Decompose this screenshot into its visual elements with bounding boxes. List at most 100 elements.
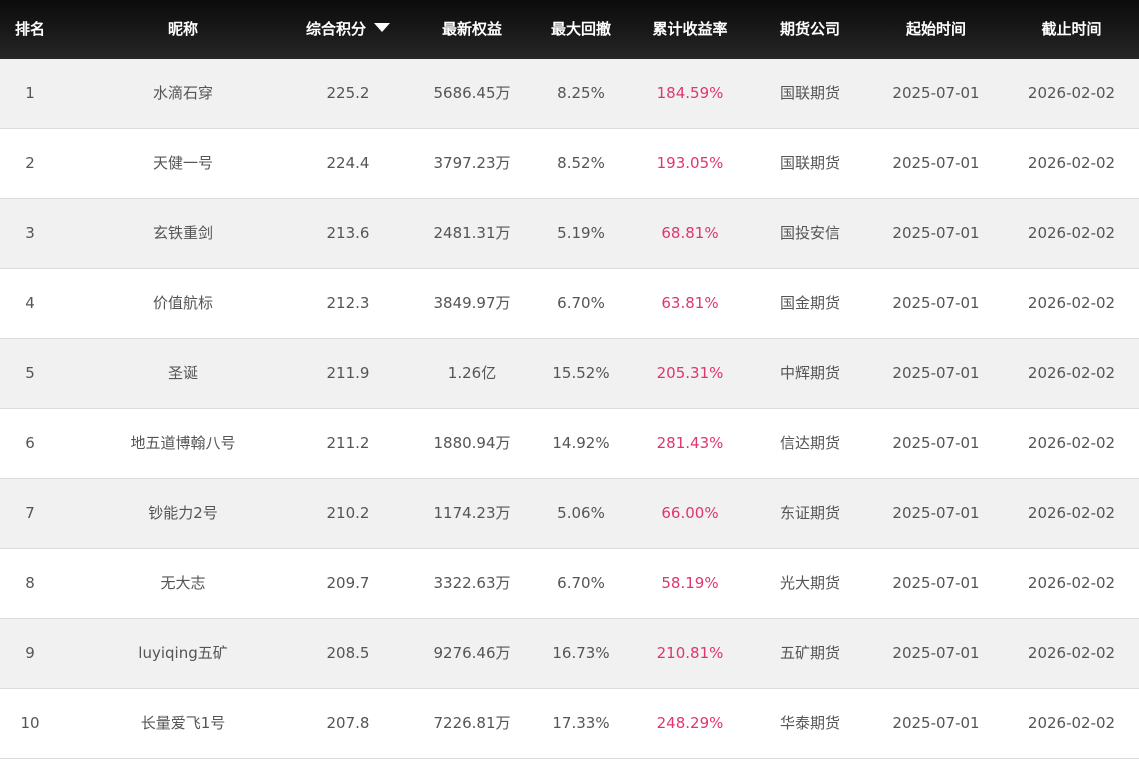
rank-cell: 4 (25, 294, 35, 312)
start-date-cell: 2025-07-01 (892, 574, 980, 592)
return-rate-cell: 58.19% (661, 574, 719, 592)
end-date-cell: 2026-02-02 (1027, 504, 1116, 522)
rank-cell: 8 (25, 574, 35, 592)
equity-cell: 1880.94万 (433, 434, 511, 452)
header-return-rate: 累计收益率 (652, 20, 728, 38)
drawdown-cell: 15.52% (552, 364, 610, 382)
start-date-cell: 2025-07-01 (892, 154, 980, 172)
header-score[interactable]: 综合积分 (288, 0, 408, 59)
rank-cell: 6 (25, 434, 35, 452)
company-cell: 国联期货 (779, 154, 840, 172)
start-date-cell: 2025-07-01 (892, 84, 980, 102)
score-cell: 211.2 (326, 434, 370, 452)
nickname-cell: 无大志 (160, 574, 206, 592)
header-rank: 排名 (14, 20, 45, 38)
company-cell: 中辉期货 (779, 364, 840, 382)
end-date-cell: 2026-02-02 (1027, 714, 1116, 732)
equity-cell: 9276.46万 (433, 644, 511, 662)
rank-cell: 5 (25, 364, 35, 382)
company-cell: 国投安信 (779, 224, 840, 242)
header-end: 截止时间 (1041, 20, 1102, 38)
rank-cell: 10 (20, 714, 40, 732)
header-score-label[interactable]: 综合积分 (306, 20, 366, 38)
table-row: 9 luyiqing五矿 208.5 9276.46万 16.73% 210.8… (0, 619, 1139, 689)
nickname-cell: 玄铁重剑 (152, 224, 213, 242)
score-cell: 209.7 (326, 574, 370, 592)
start-date-cell: 2025-07-01 (892, 294, 980, 312)
drawdown-cell: 5.19% (557, 224, 605, 242)
start-date-cell: 2025-07-01 (892, 644, 980, 662)
nickname-cell: 价值航标 (152, 294, 213, 312)
nickname-cell: 地五道博翰八号 (130, 434, 236, 452)
header-start: 起始时间 (905, 20, 966, 38)
return-rate-cell: 281.43% (656, 434, 724, 452)
equity-cell: 3322.63万 (433, 574, 511, 592)
return-rate-cell: 63.81% (661, 294, 719, 312)
drawdown-cell: 6.70% (557, 294, 605, 312)
table-row: 8 无大志 209.7 3322.63万 6.70% 58.19% 光大期货 2… (0, 549, 1139, 619)
caret-down-icon[interactable] (374, 23, 390, 32)
equity-cell: 1.26亿 (447, 364, 497, 382)
table-row: 4 价值航标 212.3 3849.97万 6.70% 63.81% 国金期货 … (0, 269, 1139, 339)
score-cell: 225.2 (326, 84, 370, 102)
return-rate-cell: 68.81% (661, 224, 719, 242)
company-cell: 华泰期货 (779, 714, 840, 732)
drawdown-cell: 16.73% (552, 644, 610, 662)
start-date-cell: 2025-07-01 (892, 504, 980, 522)
header-equity: 最新权益 (441, 20, 502, 38)
start-date-cell: 2025-07-01 (892, 434, 980, 452)
drawdown-cell: 6.70% (557, 574, 605, 592)
table-row: 7 钞能力2号 210.2 1174.23万 5.06% 66.00% 东证期货… (0, 479, 1139, 549)
drawdown-cell: 14.92% (552, 434, 610, 452)
equity-cell: 3797.23万 (433, 154, 511, 172)
rank-cell: 7 (25, 504, 35, 522)
table-row: 6 地五道博翰八号 211.2 1880.94万 14.92% 281.43% … (0, 409, 1139, 479)
equity-cell: 3849.97万 (433, 294, 511, 312)
return-rate-cell: 248.29% (656, 714, 724, 732)
start-date-cell: 2025-07-01 (892, 714, 980, 732)
return-rate-cell: 210.81% (656, 644, 724, 662)
table-header: 排名 昵称 综合积分 最新权益 最大回撤 累计收益率 期货公司 起始时间 截止时… (0, 0, 1139, 59)
header-drawdown: 最大回撤 (550, 20, 611, 38)
drawdown-cell: 5.06% (557, 504, 605, 522)
score-cell: 208.5 (326, 644, 370, 662)
rank-cell: 9 (25, 644, 35, 662)
return-rate-cell: 66.00% (661, 504, 719, 522)
score-cell: 224.4 (326, 154, 370, 172)
end-date-cell: 2026-02-02 (1027, 434, 1116, 452)
rank-cell: 1 (25, 84, 35, 102)
drawdown-cell: 8.25% (557, 84, 605, 102)
rank-cell: 2 (25, 154, 35, 172)
score-cell: 210.2 (326, 504, 370, 522)
equity-cell: 1174.23万 (433, 504, 511, 522)
company-cell: 国联期货 (779, 84, 840, 102)
end-date-cell: 2026-02-02 (1027, 154, 1116, 172)
score-cell: 207.8 (326, 714, 370, 732)
table-row: 5 圣诞 211.9 1.26亿 15.52% 205.31% 中辉期货 202… (0, 339, 1139, 409)
score-cell: 213.6 (326, 224, 370, 242)
nickname-cell: 圣诞 (167, 364, 198, 382)
table-row: 1 水滴石穿 225.2 5686.45万 8.25% 184.59% 国联期货… (0, 59, 1139, 129)
drawdown-cell: 8.52% (557, 154, 605, 172)
return-rate-cell: 184.59% (656, 84, 724, 102)
company-cell: 东证期货 (779, 504, 840, 522)
end-date-cell: 2026-02-02 (1027, 574, 1116, 592)
equity-cell: 5686.45万 (433, 84, 511, 102)
score-cell: 212.3 (326, 294, 370, 312)
header-nickname: 昵称 (167, 20, 198, 38)
company-cell: 五矿期货 (779, 644, 840, 662)
nickname-cell: 水滴石穿 (152, 84, 213, 102)
company-cell: 信达期货 (779, 434, 840, 452)
ranking-table: 排名 昵称 综合积分 最新权益 最大回撤 累计收益率 期货公司 起始时间 截止时… (0, 0, 1139, 759)
table-row: 3 玄铁重剑 213.6 2481.31万 5.19% 68.81% 国投安信 … (0, 199, 1139, 269)
equity-cell: 7226.81万 (433, 714, 511, 732)
header-company: 期货公司 (779, 20, 840, 38)
return-rate-cell: 205.31% (656, 364, 724, 382)
company-cell: 国金期货 (779, 294, 840, 312)
end-date-cell: 2026-02-02 (1027, 364, 1116, 382)
start-date-cell: 2025-07-01 (892, 364, 980, 382)
nickname-cell: 天健一号 (152, 154, 213, 172)
table-row: 10 长量爱飞1号 207.8 7226.81万 17.33% 248.29% … (0, 689, 1139, 759)
start-date-cell: 2025-07-01 (892, 224, 980, 242)
end-date-cell: 2026-02-02 (1027, 224, 1116, 242)
